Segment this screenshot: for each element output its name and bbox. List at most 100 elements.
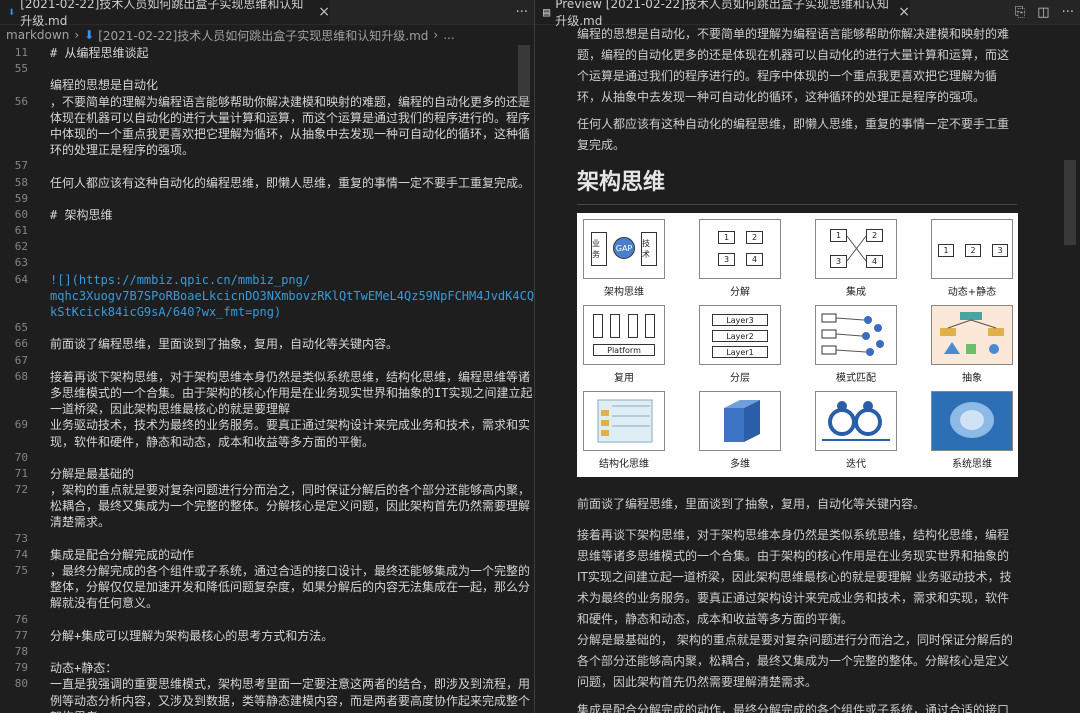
figure-cell-iteration [815,391,897,451]
figure-cell-decompose: 1 2 3 4 [699,219,781,279]
code-line[interactable]: 61 [0,223,534,239]
code-line[interactable]: 66 前面谈了编程思维，里面谈到了抽象，复用，自动化等关键内容。 [0,336,534,352]
layer3-box: Layer3 [712,314,768,326]
line-text: # 从编程思维谈起 [50,46,149,60]
code-line[interactable]: 80 一直是我强调的重要思维模式，架构思考里面一定要注意这两者的结合，即涉及到流程… [0,676,534,692]
code-line[interactable]: 63 [0,255,534,271]
code-line[interactable]: 松耦合，最终又集成为一个完整的整体。分解核心是定义问题，因此架构首先仍然需要理解 [0,498,534,514]
code-line[interactable]: 65 [0,320,534,336]
code-line[interactable]: 75 ，最终分解完成的各个组件或子系统，通过合适的接口设计，最终还能够集成为一个完… [0,563,534,579]
code-line[interactable]: 整体，分解仅仅是加速开发和降低问题复杂度，如果分解后的内容无法集成在一起，那么分 [0,579,534,595]
code-line[interactable]: 62 [0,239,534,255]
code-line[interactable]: 体现在机器可以自动化的进行大量计算和运算，而这个运算是通过我们的程序进行的。程序 [0,110,534,126]
chevron-right-icon: › [433,28,439,42]
line-number: 62 [14,240,28,254]
code-line[interactable]: 77 分解+集成可以理解为架构最核心的思考方式和方法。 [0,628,534,644]
box-3: 3 [992,244,1008,257]
editor-scrollbar[interactable] [518,45,530,105]
arrow-down-icon: ⬇ [84,28,95,42]
editor-pane[interactable]: ⬇ [2021-02-22]技术人员如何跳出盒子实现思维和认知升级.md × ·… [0,0,534,713]
chevron-right-icon: › [74,28,80,42]
line-number: 61 [14,224,28,238]
figure-cell-multidimension [699,391,781,451]
structured-graphic [597,399,653,443]
editor-tab[interactable]: ⬇ [2021-02-22]技术人员如何跳出盒子实现思维和认知升级.md × [0,0,330,28]
code-line[interactable]: 中体现的一个重点我更喜欢把它理解为循环，从抽象中去发现一种可自动化的循环，这种循 [0,126,534,142]
abstraction-graphic [940,312,1004,354]
code-line[interactable]: 76 [0,612,534,628]
line-text: 体现在机器可以自动化的进行大量计算和运算，而这个运算是通过我们的程序进行的。程序 [50,110,531,125]
code-line[interactable]: 78 [0,644,534,660]
box-2: 2 [746,231,763,244]
code-line[interactable]: 68 接着再谈下架构思维，对于架构思维本身仍然是类似系统思维，结构化思维，编程思维… [0,369,534,385]
line-text: 前面谈了编程思维，里面谈到了抽象，复用，自动化等关键内容。 [50,337,399,352]
line-number: 66 [14,337,28,351]
line-number: 59 [14,191,28,205]
code-line[interactable]: 64 ![](https://mmbiz.qpic.cn/mmbiz_png/ [0,272,534,288]
module-box [593,314,603,338]
figure-cell-architecture: 业务 GAP 技术 [583,219,665,279]
layer1-box: Layer1 [712,346,768,358]
code-line[interactable]: 57 [0,158,534,174]
line-number: 78 [14,644,28,658]
line-text: mqhc3Xuogv7B7SPoRBoaeLkcicnDO3NXmbovzRKl… [50,288,534,303]
preview-pane[interactable]: ▤ Preview [2021-02-22]技术人员如何跳出盒子实现思维和认知升… [535,0,1080,713]
line-number: 69 [14,418,28,432]
code-line[interactable]: 67 [0,353,534,369]
figure-label: 分解 [730,287,750,298]
line-number: 64 [14,272,28,286]
code-line[interactable]: 55 [0,61,534,77]
breadcrumb-item-file[interactable]: [2021-02-22]技术人员如何跳出盒子实现思维和认知升级.md [98,27,428,44]
preview-paragraph-5: 分解是最基础的， 架构的重点就是要对复杂问题进行分而治之，同时保证分解后的各个部… [577,633,1013,689]
more-actions-icon[interactable]: ··· [516,5,528,20]
code-line[interactable]: 多思维模式的一个合集。由于架构的核心作用是在业务现实世界和抽象的IT实现之间建立… [0,385,534,401]
code-area[interactable]: 11 # 从编程思维谈起 55 编程的思想是自动化 56 ，不要简单的理解为编程语言能够帮… [0,45,534,713]
platform-box: Platform [593,344,655,356]
preview-heading: 架构思维 [577,164,1017,205]
more-icon[interactable]: ··· [1062,5,1074,20]
code-line[interactable]: 一道桥梁，因此架构思维最核心的就是要理解 [0,401,534,417]
code-line[interactable]: 环的处理正是程序的强项。 [0,142,534,158]
breadcrumb-item-language[interactable]: markdown [6,28,69,42]
figure-label: 迭代 [846,459,866,470]
breadcrumb-item-more[interactable]: ... [443,28,454,42]
code-line[interactable]: mqhc3Xuogv7B7SPoRBoaeLkcicnDO3NXmbovzRKl… [0,288,534,304]
code-line[interactable]: 清楚需求。 [0,514,534,530]
line-number: 80 [14,677,28,691]
line-text: 业务驱动技术，技术为最终的业务服务。要真正通过架构设计来完成业务和技术，需求和实 [50,418,531,433]
code-line[interactable]: 71 分解是最基础的 [0,466,534,482]
code-line[interactable]: 架构思考。 [0,709,534,713]
code-line[interactable]: 现，软件和硬件，静态和动态，成本和收益等多方面的平衡。 [0,434,534,450]
line-text: 解就没有任何意义。 [50,596,159,611]
code-line[interactable]: 11 # 从编程思维谈起 [0,45,534,61]
code-line[interactable]: 59 [0,191,534,207]
code-line[interactable]: 60 # 架构思维 [0,207,534,223]
open-source-icon[interactable]: ⎘ [1015,5,1025,20]
code-line[interactable]: 79 动态+静态： [0,660,534,676]
code-line[interactable]: 例等动态分析内容，又涉及到数据，类等静态建模内容，而是两者要高度协作起来完成整个 [0,693,534,709]
code-line[interactable]: 56 ，不要简单的理解为编程语言能够帮助你解决建模和映射的难题，编程的自动化更多的… [0,94,534,110]
line-text: ，不要简单的理解为编程语言能够帮助你解决建模和映射的难题，编程的自动化更多的还是 [50,94,531,109]
code-line[interactable]: 72 ，架构的重点就是要对复杂问题进行分而治之，同时保证分解后的各个部分还能够高内… [0,482,534,498]
line-number: 11 [14,46,28,59]
box-1: 1 [938,244,954,257]
code-line[interactable]: 70 [0,450,534,466]
preview-tab-actions: ⎘ ◫ ··· [1015,0,1074,24]
code-line[interactable]: 解就没有任何意义。 [0,595,534,611]
code-line[interactable]: kStKcick84icG9sA/640?wx_fmt=png) [0,304,534,320]
code-line[interactable]: 编程的思想是自动化 [0,77,534,93]
close-icon[interactable]: × [898,4,910,20]
close-icon[interactable]: × [318,4,330,20]
preview-scrollbar[interactable] [1064,160,1076,245]
split-editor-icon[interactable]: ◫ [1037,5,1049,20]
box-4: 4 [746,253,763,266]
code-line[interactable]: 58 任何人都应该有这种自动化的编程思维，即懒人思维，重复的事情一定不要手工重复完… [0,175,534,191]
code-line[interactable]: 74 集成是配合分解完成的动作 [0,547,534,563]
preview-tab[interactable]: ▤ Preview [2021-02-22]技术人员如何跳出盒子实现思维和认知升… [535,0,910,28]
line-text: 动态+静态： [50,661,118,676]
code-line[interactable]: 73 [0,531,534,547]
line-text: 一直是我强调的重要思维模式，架构思考里面一定要注意这两者的结合，即涉及到流程，用 [50,677,531,692]
code-line[interactable]: 69 业务驱动技术，技术为最终的业务服务。要真正通过架构设计来完成业务和技术，需求… [0,417,534,433]
line-text: ，最终分解完成的各个组件或子系统，通过合适的接口设计，最终还能够集成为一个完整的 [50,564,531,578]
figure-label: 动态+静态 [947,287,997,298]
